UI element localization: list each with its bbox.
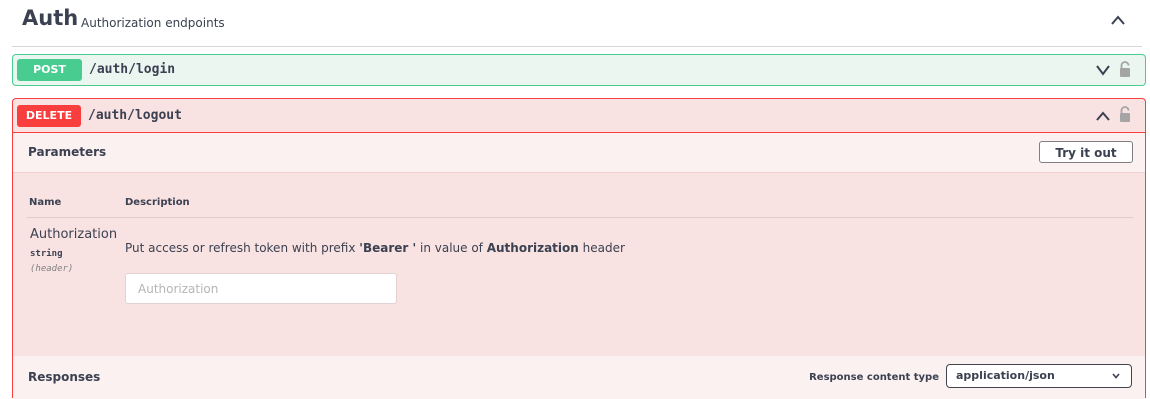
lock-icon[interactable]: [1118, 60, 1132, 78]
operation-post-login[interactable]: POST /auth/login: [12, 54, 1146, 86]
parameter-name: Authorization: [30, 227, 118, 242]
responses-header: Responses Response content type applicat…: [13, 356, 1145, 399]
lock-icon[interactable]: [1118, 105, 1132, 123]
response-content-type-select[interactable]: application/json: [946, 364, 1132, 388]
tag-description: Authorization endpoints: [81, 16, 225, 30]
response-content-type-label: Response content type: [809, 372, 939, 383]
operation-path: /auth/login: [89, 62, 176, 77]
responses-title: Responses: [28, 370, 101, 384]
parameters-header: Parameters Try it out: [13, 133, 1145, 173]
chevron-down-icon: [1112, 373, 1120, 379]
chevron-up-icon[interactable]: [1109, 13, 1127, 27]
response-content-type-value: application/json: [956, 369, 1055, 382]
parameters-title: Parameters: [28, 145, 107, 159]
chevron-up-icon[interactable]: [1094, 109, 1112, 123]
operation-delete-logout: DELETE /auth/logout Parameters Try it ou…: [12, 98, 1146, 399]
try-it-out-button[interactable]: Try it out: [1039, 141, 1133, 163]
method-badge: DELETE: [17, 105, 81, 127]
tag-name: Auth: [22, 6, 79, 30]
chevron-down-icon[interactable]: [1094, 62, 1112, 78]
column-header-description: Description: [125, 197, 190, 208]
operation-path: /auth/logout: [88, 108, 182, 123]
parameter-type: string: [30, 249, 63, 259]
operation-summary[interactable]: POST /auth/login: [13, 55, 1145, 85]
table-divider: [27, 217, 1133, 218]
parameter-location: (header): [30, 264, 74, 274]
authorization-input[interactable]: [125, 273, 397, 304]
method-badge: POST: [17, 59, 82, 81]
parameter-description: Put access or refresh token with prefix …: [125, 241, 625, 255]
tag-section-header[interactable]: Auth Authorization endpoints: [12, 0, 1142, 47]
operation-summary[interactable]: DELETE /auth/logout: [13, 99, 1145, 133]
column-header-name: Name: [29, 197, 62, 208]
